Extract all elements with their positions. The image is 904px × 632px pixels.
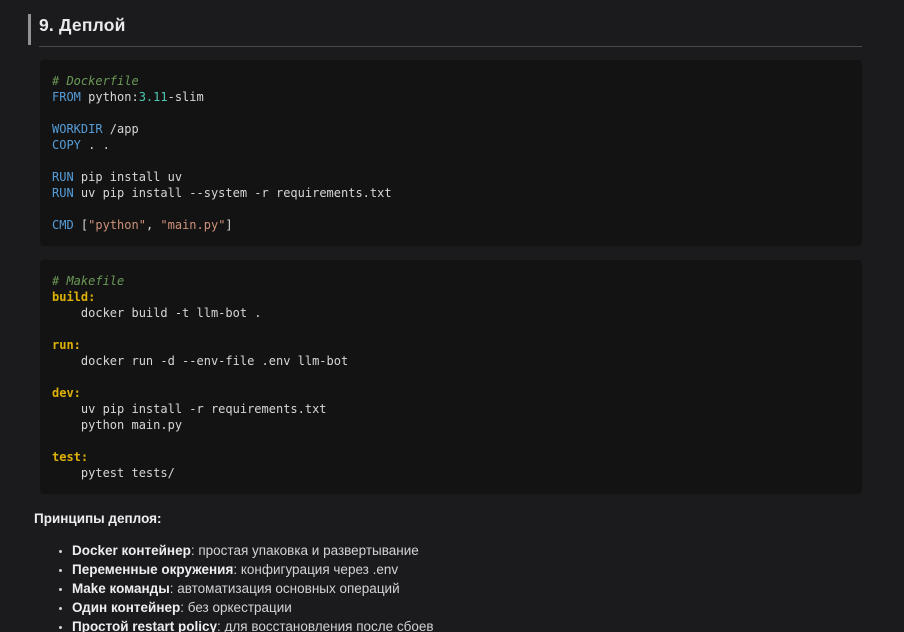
code-line: uv pip install -r requirements.txt	[52, 401, 850, 417]
list-item-desc: : простая упаковка и развертывание	[191, 543, 419, 558]
list-item-desc: : конфигурация через .env	[233, 562, 398, 577]
list-item-desc: : для восстановления после сбоев	[217, 619, 434, 632]
code-line: run:	[52, 337, 850, 353]
list-item: Простой restart policy: для восстановлен…	[72, 617, 862, 632]
code-line: docker build -t llm-bot .	[52, 305, 850, 321]
code-line: pytest tests/	[52, 465, 850, 481]
list-item-term: Docker контейнер	[72, 543, 191, 558]
list-item: Docker контейнер: простая упаковка и раз…	[72, 541, 862, 560]
code-line: dev:	[52, 385, 850, 401]
code-block-makefile: # Makefilebuild: docker build -t llm-bot…	[40, 260, 862, 494]
code-line: COPY . .	[52, 137, 850, 153]
code-line: # Makefile	[52, 273, 850, 289]
principles-list: Docker контейнер: простая упаковка и раз…	[34, 541, 862, 632]
page-title: 9. Деплой	[39, 13, 862, 47]
list-item-term: Make команды	[72, 581, 170, 596]
heading-accent-bar	[28, 14, 31, 45]
list-item-desc: : автоматизация основных операций	[170, 581, 400, 596]
code-line	[52, 369, 850, 385]
code-line: build:	[52, 289, 850, 305]
list-item-desc: : без оркестрации	[180, 600, 292, 615]
code-line: docker run -d --env-file .env llm-bot	[52, 353, 850, 369]
code-line: FROM python:3.11-slim	[52, 89, 850, 105]
list-item-term: Простой restart policy	[72, 619, 217, 632]
principles-heading: Принципы деплоя:	[34, 511, 862, 526]
code-line: test:	[52, 449, 850, 465]
list-item: Один контейнер: без оркестрации	[72, 598, 862, 617]
code-line	[52, 201, 850, 217]
code-line: RUN uv pip install --system -r requireme…	[52, 185, 850, 201]
list-item-term: Один контейнер	[72, 600, 180, 615]
code-line: # Dockerfile	[52, 73, 850, 89]
code-line	[52, 153, 850, 169]
code-line	[52, 321, 850, 337]
code-line: RUN pip install uv	[52, 169, 850, 185]
code-block-dockerfile: # DockerfileFROM python:3.11-slim WORKDI…	[40, 60, 862, 246]
list-item: Переменные окружения: конфигурация через…	[72, 560, 862, 579]
section-header: 9. Деплой	[28, 13, 862, 47]
code-line: CMD ["python", "main.py"]	[52, 217, 850, 233]
code-line	[52, 105, 850, 121]
list-item-term: Переменные окружения	[72, 562, 233, 577]
list-item: Make команды: автоматизация основных опе…	[72, 579, 862, 598]
code-line	[52, 433, 850, 449]
code-line: python main.py	[52, 417, 850, 433]
code-line: WORKDIR /app	[52, 121, 850, 137]
